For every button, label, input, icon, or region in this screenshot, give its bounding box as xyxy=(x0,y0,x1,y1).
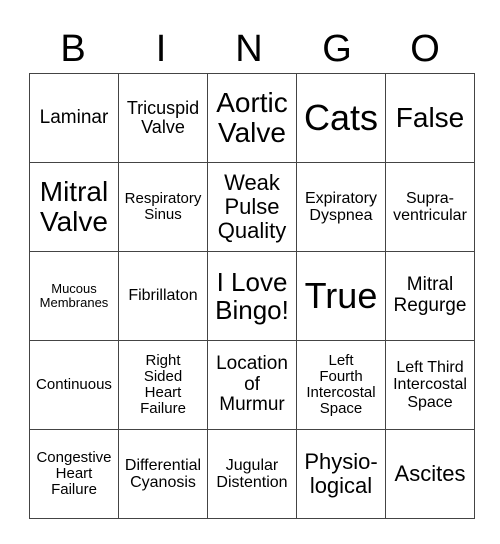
bingo-cell[interactable]: Left Third Intercostal Space xyxy=(385,340,475,430)
header-letter-i: I xyxy=(155,28,167,70)
bingo-row: Laminar Tricuspid Valve Aortic Valve Cat… xyxy=(29,73,475,163)
bingo-cell[interactable]: Respiratory Sinus xyxy=(118,162,208,252)
bingo-cell[interactable]: Mitral Regurge xyxy=(385,251,475,341)
bingo-cell[interactable]: Mitral Valve xyxy=(29,162,119,252)
bingo-cell[interactable]: False xyxy=(385,73,475,163)
bingo-cell[interactable]: Location of Murmur xyxy=(207,340,297,430)
bingo-cell[interactable]: Cats xyxy=(296,73,386,163)
bingo-row: Congestive Heart Failure Differential Cy… xyxy=(29,429,475,519)
bingo-cell[interactable]: Ascites xyxy=(385,429,475,519)
bingo-row: Mucous Membranes Fibrillaton I Love Bing… xyxy=(29,251,475,341)
bingo-cell[interactable]: Fibrillaton xyxy=(118,251,208,341)
bingo-cell[interactable]: True xyxy=(296,251,386,341)
bingo-cell[interactable]: Left Fourth Intercostal Space xyxy=(296,340,386,430)
bingo-row: Continuous Right Sided Heart Failure Loc… xyxy=(29,340,475,430)
header-letter-b: B xyxy=(60,28,86,70)
bingo-cell-free[interactable]: I Love Bingo! xyxy=(207,251,297,341)
bingo-cell[interactable]: Expiratory Dyspnea xyxy=(296,162,386,252)
bingo-cell[interactable]: Weak Pulse Quality xyxy=(207,162,297,252)
bingo-grid: Laminar Tricuspid Valve Aortic Valve Cat… xyxy=(29,73,475,519)
bingo-cell[interactable]: Physio- logical xyxy=(296,429,386,519)
bingo-cell[interactable]: Congestive Heart Failure xyxy=(29,429,119,519)
header-letter-g: G xyxy=(322,28,352,70)
bingo-cell[interactable]: Supra- ventricular xyxy=(385,162,475,252)
bingo-cell[interactable]: Continuous xyxy=(29,340,119,430)
bingo-header: B I N G O xyxy=(29,26,469,72)
bingo-row: Mitral Valve Respiratory Sinus Weak Puls… xyxy=(29,162,475,252)
bingo-cell[interactable]: Jugular Distention xyxy=(207,429,297,519)
bingo-cell[interactable]: Laminar xyxy=(29,73,119,163)
bingo-cell[interactable]: Right Sided Heart Failure xyxy=(118,340,208,430)
header-letter-o: O xyxy=(410,28,440,70)
bingo-cell[interactable]: Mucous Membranes xyxy=(29,251,119,341)
bingo-cell[interactable]: Tricuspid Valve xyxy=(118,73,208,163)
bingo-cell[interactable]: Differential Cyanosis xyxy=(118,429,208,519)
header-letter-n: N xyxy=(235,28,263,70)
bingo-cell[interactable]: Aortic Valve xyxy=(207,73,297,163)
